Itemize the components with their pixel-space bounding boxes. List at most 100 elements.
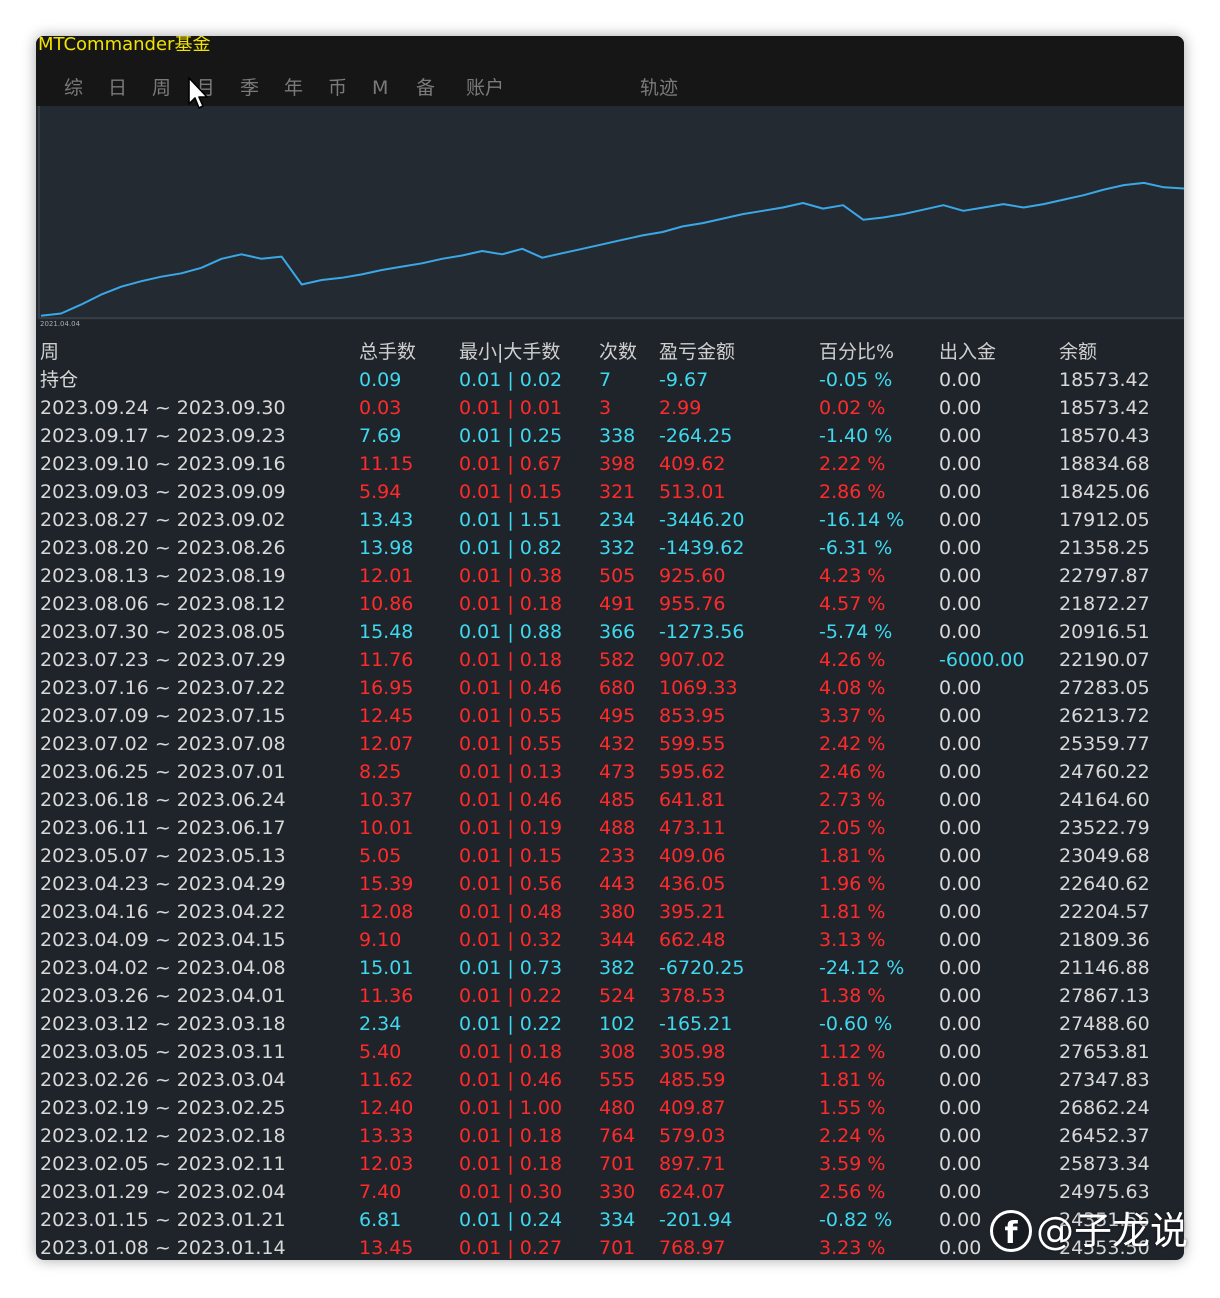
cell-deposits: 0.00 <box>939 565 982 587</box>
cell-pnl: 641.81 <box>659 789 726 811</box>
table-row[interactable]: 2023.02.26 ~ 2023.03.04 11.62 0.01 | 0.46 5… <box>36 1066 1184 1094</box>
tab-summary[interactable]: 综 <box>64 74 83 102</box>
cell-lots: 12.08 <box>359 901 414 923</box>
cell-balance: 25359.77 <box>1059 733 1150 755</box>
tab-account[interactable]: 账户 <box>466 74 504 102</box>
header-percent[interactable]: 百分比% <box>819 338 894 366</box>
table-row[interactable]: 2023.02.12 ~ 2023.02.18 13.33 0.01 | 0.18 7… <box>36 1122 1184 1150</box>
cell-lots: 5.40 <box>359 1041 402 1063</box>
tab-currency[interactable]: 币 <box>328 74 347 102</box>
table-row[interactable]: 2023.08.20 ~ 2023.08.26 13.98 0.01 | 0.82 3… <box>36 534 1184 562</box>
header-week[interactable]: 周 <box>40 338 59 366</box>
cell-percent: 1.55 % <box>819 1097 886 1119</box>
header-minmax[interactable]: 最小|大手数 <box>459 338 560 366</box>
cell-lots: 0.03 <box>359 397 402 419</box>
cell-pnl: 925.60 <box>659 565 726 587</box>
table-row[interactable]: 2023.06.18 ~ 2023.06.24 10.37 0.01 | 0.46 4… <box>36 786 1184 814</box>
cell-percent: 2.46 % <box>819 761 886 783</box>
header-lots[interactable]: 总手数 <box>359 338 416 366</box>
cell-balance: 26862.24 <box>1059 1097 1150 1119</box>
cell-pnl: -165.21 <box>659 1013 733 1035</box>
cell-percent: 1.12 % <box>819 1041 886 1063</box>
cell-count: 332 <box>599 537 636 559</box>
table-row[interactable]: 2023.07.16 ~ 2023.07.22 16.95 0.01 | 0.46 6… <box>36 674 1184 702</box>
cell-pnl: -3446.20 <box>659 509 745 531</box>
cell-deposits: 0.00 <box>939 537 982 559</box>
cell-count: 382 <box>599 957 636 979</box>
table-row[interactable]: 2023.06.25 ~ 2023.07.01 8.25 0.01 | 0.13 47… <box>36 758 1184 786</box>
cell-count: 380 <box>599 901 636 923</box>
cell-week: 2023.07.16 ~ 2023.07.22 <box>40 677 286 699</box>
cell-week: 2023.09.03 ~ 2023.09.09 <box>40 481 286 503</box>
table-row[interactable]: 2023.08.06 ~ 2023.08.12 10.86 0.01 | 0.18 4… <box>36 590 1184 618</box>
table-row[interactable]: 2023.09.24 ~ 2023.09.30 0.03 0.01 | 0.01 3 2… <box>36 394 1184 422</box>
cell-week: 持仓 <box>40 369 79 391</box>
cell-balance: 23522.79 <box>1059 817 1150 839</box>
cell-count: 344 <box>599 929 636 951</box>
tab-backup[interactable]: 备 <box>416 74 435 102</box>
table-row[interactable]: 2023.01.29 ~ 2023.02.04 7.40 0.01 | 0.30 33… <box>36 1178 1184 1206</box>
tab-day[interactable]: 日 <box>108 74 127 102</box>
cell-week: 2023.04.16 ~ 2023.04.22 <box>40 901 286 923</box>
cell-deposits: 0.00 <box>939 1209 982 1231</box>
cell-lots: 11.62 <box>359 1069 414 1091</box>
table-row[interactable]: 2023.07.09 ~ 2023.07.15 12.45 0.01 | 0.55 4… <box>36 702 1184 730</box>
cell-percent: 3.59 % <box>819 1153 886 1175</box>
cell-count: 701 <box>599 1153 636 1175</box>
cell-deposits: 0.00 <box>939 453 982 475</box>
table-row[interactable]: 2023.07.30 ~ 2023.08.05 15.48 0.01 | 0.88 3… <box>36 618 1184 646</box>
table-row[interactable]: 2023.09.17 ~ 2023.09.23 7.69 0.01 | 0.25 33… <box>36 422 1184 450</box>
cell-count: 505 <box>599 565 636 587</box>
cell-minmax: 0.01 | 0.18 <box>459 593 563 615</box>
table-row[interactable]: 2023.04.23 ~ 2023.04.29 15.39 0.01 | 0.56 4… <box>36 870 1184 898</box>
table-row[interactable]: 2023.04.16 ~ 2023.04.22 12.08 0.01 | 0.48 3… <box>36 898 1184 926</box>
header-pnl[interactable]: 盈亏金额 <box>659 338 735 366</box>
cell-pnl: 409.87 <box>659 1097 726 1119</box>
cell-week: 2023.09.24 ~ 2023.09.30 <box>40 397 286 419</box>
table-row[interactable]: 2023.02.05 ~ 2023.02.11 12.03 0.01 | 0.18 7… <box>36 1150 1184 1178</box>
cell-minmax: 0.01 | 0.55 <box>459 733 563 755</box>
table-row[interactable]: 2023.05.07 ~ 2023.05.13 5.05 0.01 | 0.15 23… <box>36 842 1184 870</box>
cell-deposits: 0.00 <box>939 761 982 783</box>
table-row[interactable]: 2023.03.05 ~ 2023.03.11 5.40 0.01 | 0.18 30… <box>36 1038 1184 1066</box>
table-row[interactable]: 2023.09.03 ~ 2023.09.09 5.94 0.01 | 0.15 32… <box>36 478 1184 506</box>
cell-minmax: 0.01 | 0.46 <box>459 677 563 699</box>
table-row[interactable]: 2023.07.23 ~ 2023.07.29 11.76 0.01 | 0.18 5… <box>36 646 1184 674</box>
cell-week: 2023.05.07 ~ 2023.05.13 <box>40 845 286 867</box>
table-row[interactable]: 2023.06.11 ~ 2023.06.17 10.01 0.01 | 0.19 4… <box>36 814 1184 842</box>
cell-percent: 4.57 % <box>819 593 886 615</box>
table-row[interactable]: 2023.04.02 ~ 2023.04.08 15.01 0.01 | 0.73 3… <box>36 954 1184 982</box>
cell-lots: 11.15 <box>359 453 414 475</box>
tab-track[interactable]: 轨迹 <box>640 74 678 102</box>
tab-m[interactable]: M <box>372 74 388 102</box>
table-row[interactable]: 2023.07.02 ~ 2023.07.08 12.07 0.01 | 0.55 4… <box>36 730 1184 758</box>
cell-minmax: 0.01 | 0.48 <box>459 901 563 923</box>
cell-deposits: 0.00 <box>939 1181 982 1203</box>
table-row[interactable]: 2023.03.12 ~ 2023.03.18 2.34 0.01 | 0.22 10… <box>36 1010 1184 1038</box>
cell-deposits: 0.00 <box>939 369 982 391</box>
cell-pnl: 1069.33 <box>659 677 738 699</box>
cell-lots: 8.25 <box>359 761 402 783</box>
header-balance[interactable]: 余额 <box>1059 338 1097 366</box>
cell-lots: 7.69 <box>359 425 402 447</box>
table-row[interactable]: 2023.02.19 ~ 2023.02.25 12.40 0.01 | 1.00 4… <box>36 1094 1184 1122</box>
table-row[interactable]: 2023.08.13 ~ 2023.08.19 12.01 0.01 | 0.38 5… <box>36 562 1184 590</box>
tab-quarter[interactable]: 季 <box>240 74 259 102</box>
cell-minmax: 0.01 | 0.56 <box>459 873 563 895</box>
cell-balance: 20916.51 <box>1059 621 1150 643</box>
tab-week[interactable]: 周 <box>152 74 171 102</box>
cell-lots: 12.01 <box>359 565 414 587</box>
header-deposits[interactable]: 出入金 <box>939 338 996 366</box>
table-row[interactable]: 2023.09.10 ~ 2023.09.16 11.15 0.01 | 0.67 3… <box>36 450 1184 478</box>
cell-pnl: 579.03 <box>659 1125 726 1147</box>
cell-percent: 1.96 % <box>819 873 886 895</box>
table-row[interactable]: 2023.03.26 ~ 2023.04.01 11.36 0.01 | 0.22 5… <box>36 982 1184 1010</box>
table-row[interactable]: 2023.08.27 ~ 2023.09.02 13.43 0.01 | 1.51 2… <box>36 506 1184 534</box>
cell-week: 2023.02.12 ~ 2023.02.18 <box>40 1125 286 1147</box>
header-count[interactable]: 次数 <box>599 338 637 366</box>
tab-year[interactable]: 年 <box>284 74 303 102</box>
table-row[interactable]: 持仓 0.09 0.01 | 0.02 7 -9.67 -0.05 % 0.00 18573.… <box>36 366 1184 394</box>
table-row[interactable]: 2023.04.09 ~ 2023.04.15 9.10 0.01 | 0.32 34… <box>36 926 1184 954</box>
cell-pnl: 409.06 <box>659 845 726 867</box>
cell-pnl: 305.98 <box>659 1041 726 1063</box>
